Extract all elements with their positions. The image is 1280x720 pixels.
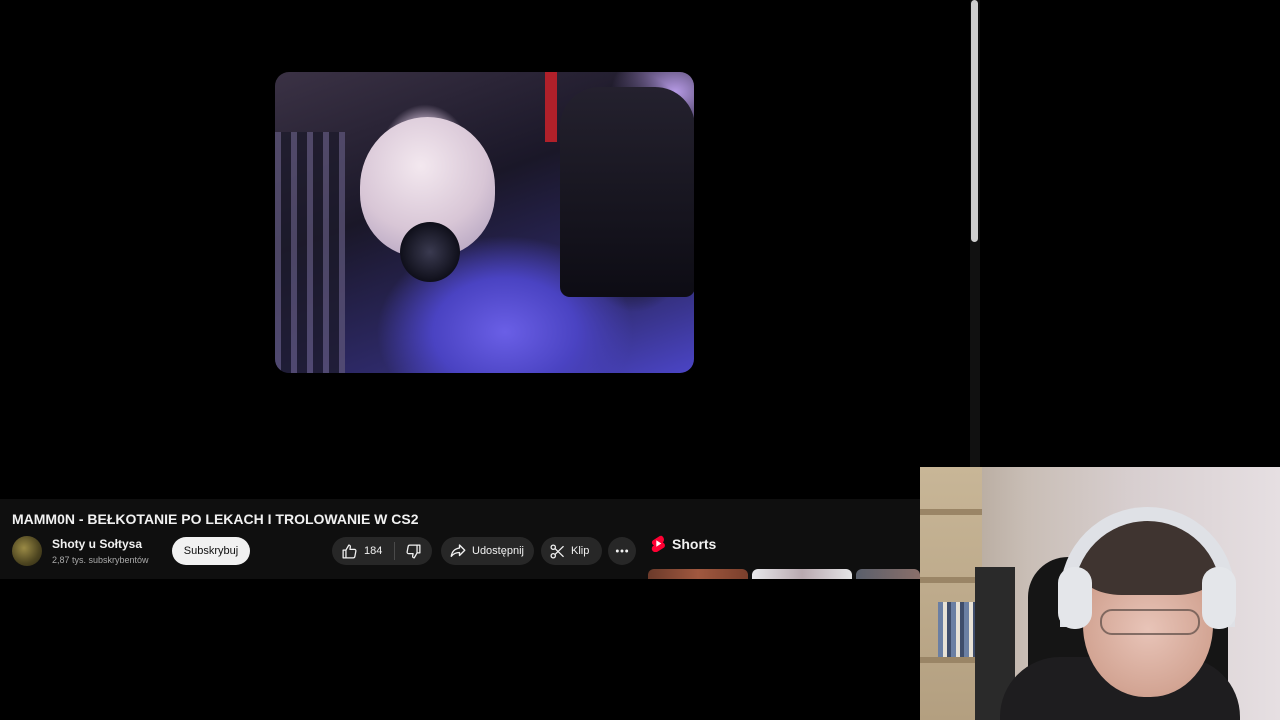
shorts-logo-icon	[651, 535, 665, 552]
more-actions-button[interactable]	[608, 537, 636, 565]
thumbs-up-icon	[342, 543, 357, 559]
channel-name[interactable]: Shoty u Sołtysa	[52, 537, 142, 551]
video-frame[interactable]	[275, 72, 694, 373]
share-arrow-icon	[450, 544, 466, 557]
scrollbar-thumb[interactable]	[971, 0, 978, 242]
video-player[interactable]	[0, 0, 970, 497]
shorts-section-header[interactable]: Shorts	[651, 535, 716, 552]
video-info-bar: MAMM0N - BEŁKOTANIE PO LEKACH I TROLOWAN…	[0, 499, 920, 579]
share-label: Udostępnij	[472, 545, 524, 557]
channel-avatar[interactable]	[12, 536, 42, 566]
video-headphone	[400, 222, 460, 282]
short-thumbnail[interactable]	[856, 569, 920, 579]
video-background-rail	[275, 132, 345, 373]
short-thumbnail[interactable]	[752, 569, 852, 579]
video-background-red-panel	[545, 72, 557, 142]
more-horizontal-icon	[615, 549, 629, 553]
webcam-books	[938, 602, 976, 657]
scissors-icon	[550, 543, 564, 559]
short-thumbnail[interactable]	[648, 569, 748, 579]
webcam-shelf-board	[920, 577, 982, 583]
webcam-shelf-board	[920, 657, 982, 663]
like-count: 184	[364, 545, 383, 557]
subscribe-button[interactable]: Subskrybuj	[172, 537, 250, 565]
webcam-overlay	[920, 467, 1280, 720]
dislike-button[interactable]	[395, 537, 432, 565]
webcam-shelf-board	[920, 509, 982, 515]
share-button[interactable]: Udostępnij	[441, 537, 534, 565]
subscriber-count: 2,87 tys. subskrybentów	[52, 555, 149, 565]
clip-button[interactable]: Klip	[541, 537, 602, 565]
webcam-headset-cup	[1058, 567, 1092, 629]
shorts-label: Shorts	[672, 535, 717, 552]
webcam-bookshelf	[920, 467, 982, 720]
like-dislike-group: 184	[332, 537, 432, 565]
video-title: MAMM0N - BEŁKOTANIE PO LEKACH I TROLOWAN…	[12, 511, 419, 527]
thumbs-down-icon	[406, 543, 421, 559]
like-button[interactable]: 184	[332, 537, 394, 565]
webcam-headset-cup	[1202, 567, 1236, 629]
clip-label: Klip	[571, 545, 590, 557]
video-gaming-chair	[560, 87, 694, 297]
